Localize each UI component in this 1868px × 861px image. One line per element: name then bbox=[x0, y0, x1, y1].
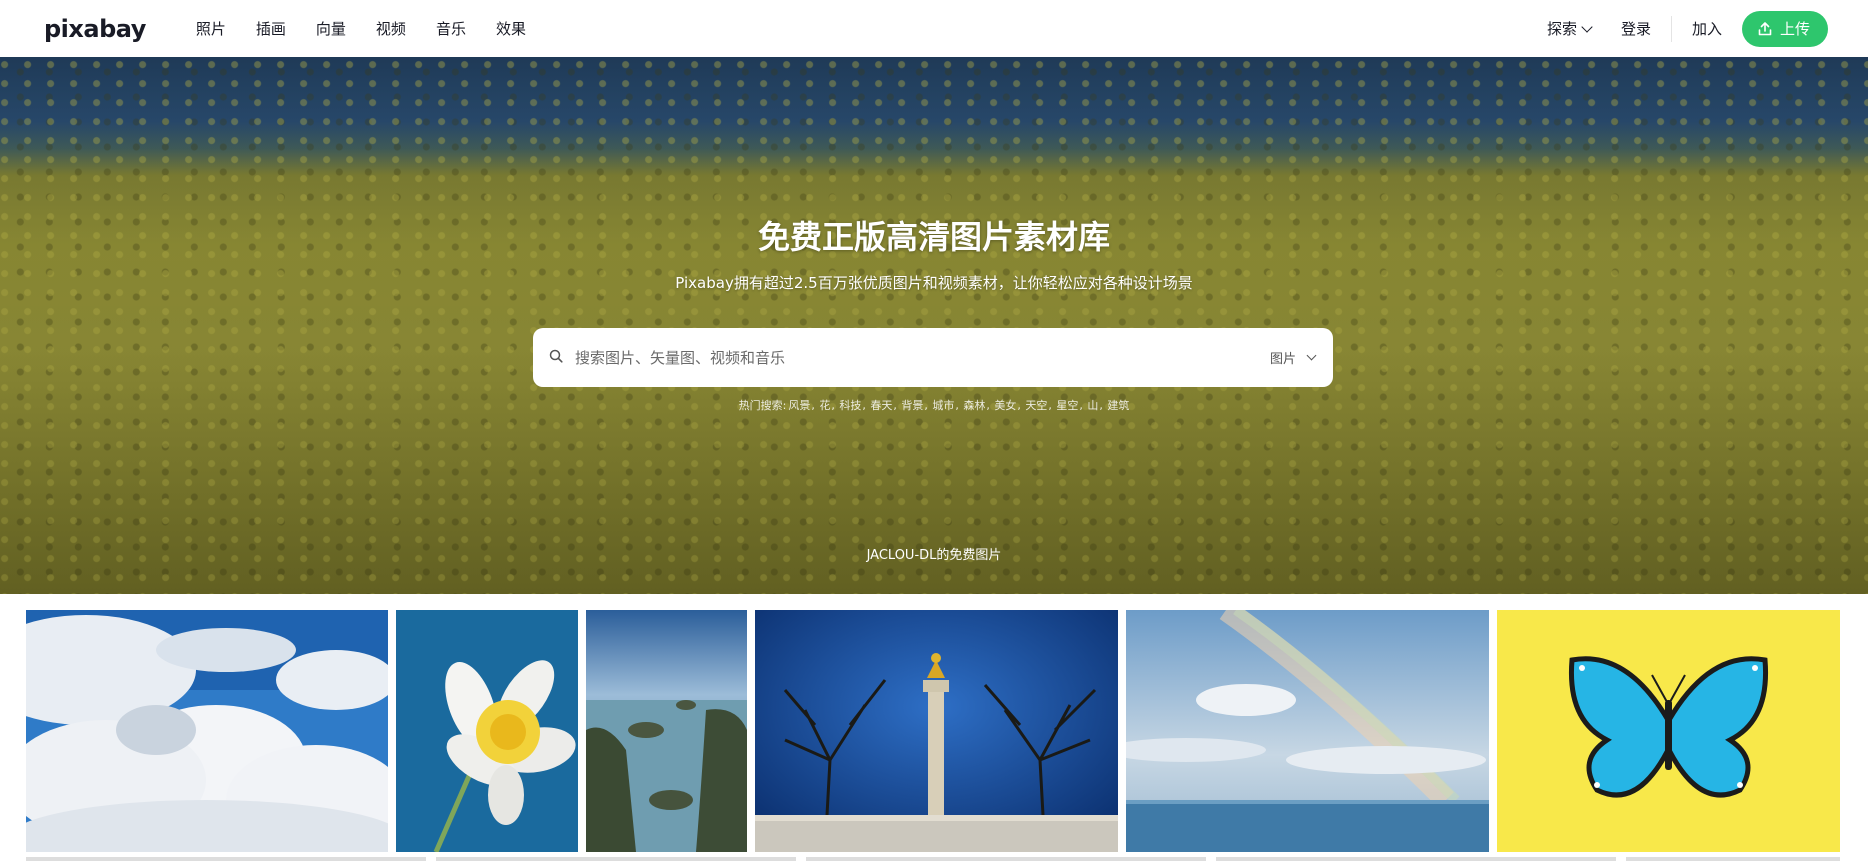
search-input[interactable] bbox=[575, 348, 1270, 367]
blue-butterfly-image[interactable] bbox=[1497, 610, 1840, 852]
next-row-image bbox=[806, 857, 1206, 861]
popular-searches: 热门搜索: 风景, 花, 科技, 春天, 背景, 城市, 森林, 美女, 天空, … bbox=[738, 399, 1130, 412]
rocky-sea-image[interactable] bbox=[586, 610, 747, 852]
nav-sound-effects[interactable]: 效果 bbox=[496, 18, 526, 39]
nav-videos[interactable]: 视频 bbox=[376, 18, 406, 39]
popular-term[interactable]: 建筑 bbox=[1107, 399, 1129, 412]
clouds-sky-image[interactable] bbox=[26, 610, 388, 852]
search-bar: 图片 bbox=[533, 328, 1333, 387]
photo-credit[interactable]: JACLOU-DL的免费图片 bbox=[0, 544, 1868, 563]
explore-label: 探索 bbox=[1546, 20, 1577, 38]
explore-menu[interactable]: 探索 bbox=[1546, 18, 1593, 39]
popular-term[interactable]: 森林 bbox=[963, 399, 985, 412]
divider bbox=[1670, 15, 1672, 42]
popular-term[interactable]: 科技 bbox=[839, 399, 861, 412]
popular-term[interactable]: 天空 bbox=[1025, 399, 1047, 412]
popular-term[interactable]: 美女 bbox=[994, 399, 1016, 412]
next-row-image bbox=[1626, 857, 1840, 861]
nav-illustrations[interactable]: 插画 bbox=[256, 18, 286, 39]
next-row-image bbox=[26, 857, 426, 861]
upload-label: 上传 bbox=[1779, 20, 1810, 38]
chevron-down-icon bbox=[1581, 20, 1593, 33]
nav-photos[interactable]: 照片 bbox=[196, 18, 226, 39]
popular-term[interactable]: 春天 bbox=[870, 399, 892, 412]
join-link[interactable]: 加入 bbox=[1692, 18, 1722, 39]
media-type-select[interactable]: 图片 bbox=[1269, 348, 1317, 367]
next-row-image bbox=[436, 857, 796, 861]
rainbow-ocean-image[interactable] bbox=[1126, 610, 1489, 852]
nav-vectors[interactable]: 向量 bbox=[316, 18, 346, 39]
popular-term[interactable]: 背景 bbox=[901, 399, 923, 412]
login-link[interactable]: 登录 bbox=[1621, 18, 1651, 39]
hero-banner: 免费正版高清图片素材库 Pixabay拥有超过2.5百万张优质图片和视频素材，让… bbox=[0, 57, 1868, 594]
main-nav: 照片 插画 向量 视频 音乐 效果 bbox=[196, 18, 556, 39]
header-actions: 探索 登录 加入 上传 bbox=[1546, 10, 1828, 47]
daffodil-image[interactable] bbox=[396, 610, 578, 852]
chevron-down-icon bbox=[1306, 350, 1317, 361]
popular-prefix: 热门搜索: bbox=[738, 399, 787, 412]
popular-term[interactable]: 山 bbox=[1087, 399, 1098, 412]
popular-term[interactable]: 星空 bbox=[1056, 399, 1078, 412]
popular-term[interactable]: 花 bbox=[819, 399, 830, 412]
next-row-image bbox=[1216, 857, 1616, 861]
upload-button[interactable]: 上传 bbox=[1741, 10, 1828, 47]
site-header: pixabay 照片 插画 向量 视频 音乐 效果 探索 登录 加入 上传 bbox=[0, 0, 1868, 57]
nav-music[interactable]: 音乐 bbox=[436, 18, 466, 39]
hero-subtitle: Pixabay拥有超过2.5百万张优质图片和视频素材，让你轻松应对各种设计场景 bbox=[675, 274, 1193, 292]
angel-of-peace-monument-image[interactable] bbox=[755, 610, 1118, 852]
upload-icon bbox=[1758, 21, 1772, 36]
media-type-label: 图片 bbox=[1269, 352, 1296, 367]
image-gallery bbox=[0, 610, 1868, 852]
popular-term[interactable]: 风景 bbox=[788, 399, 810, 412]
popular-term[interactable]: 城市 bbox=[932, 399, 954, 412]
hero-title: 免费正版高清图片素材库 bbox=[757, 218, 1110, 256]
search-icon[interactable] bbox=[549, 348, 563, 367]
hero-overlay bbox=[0, 57, 1868, 594]
pixabay-logo[interactable]: pixabay bbox=[44, 15, 146, 43]
